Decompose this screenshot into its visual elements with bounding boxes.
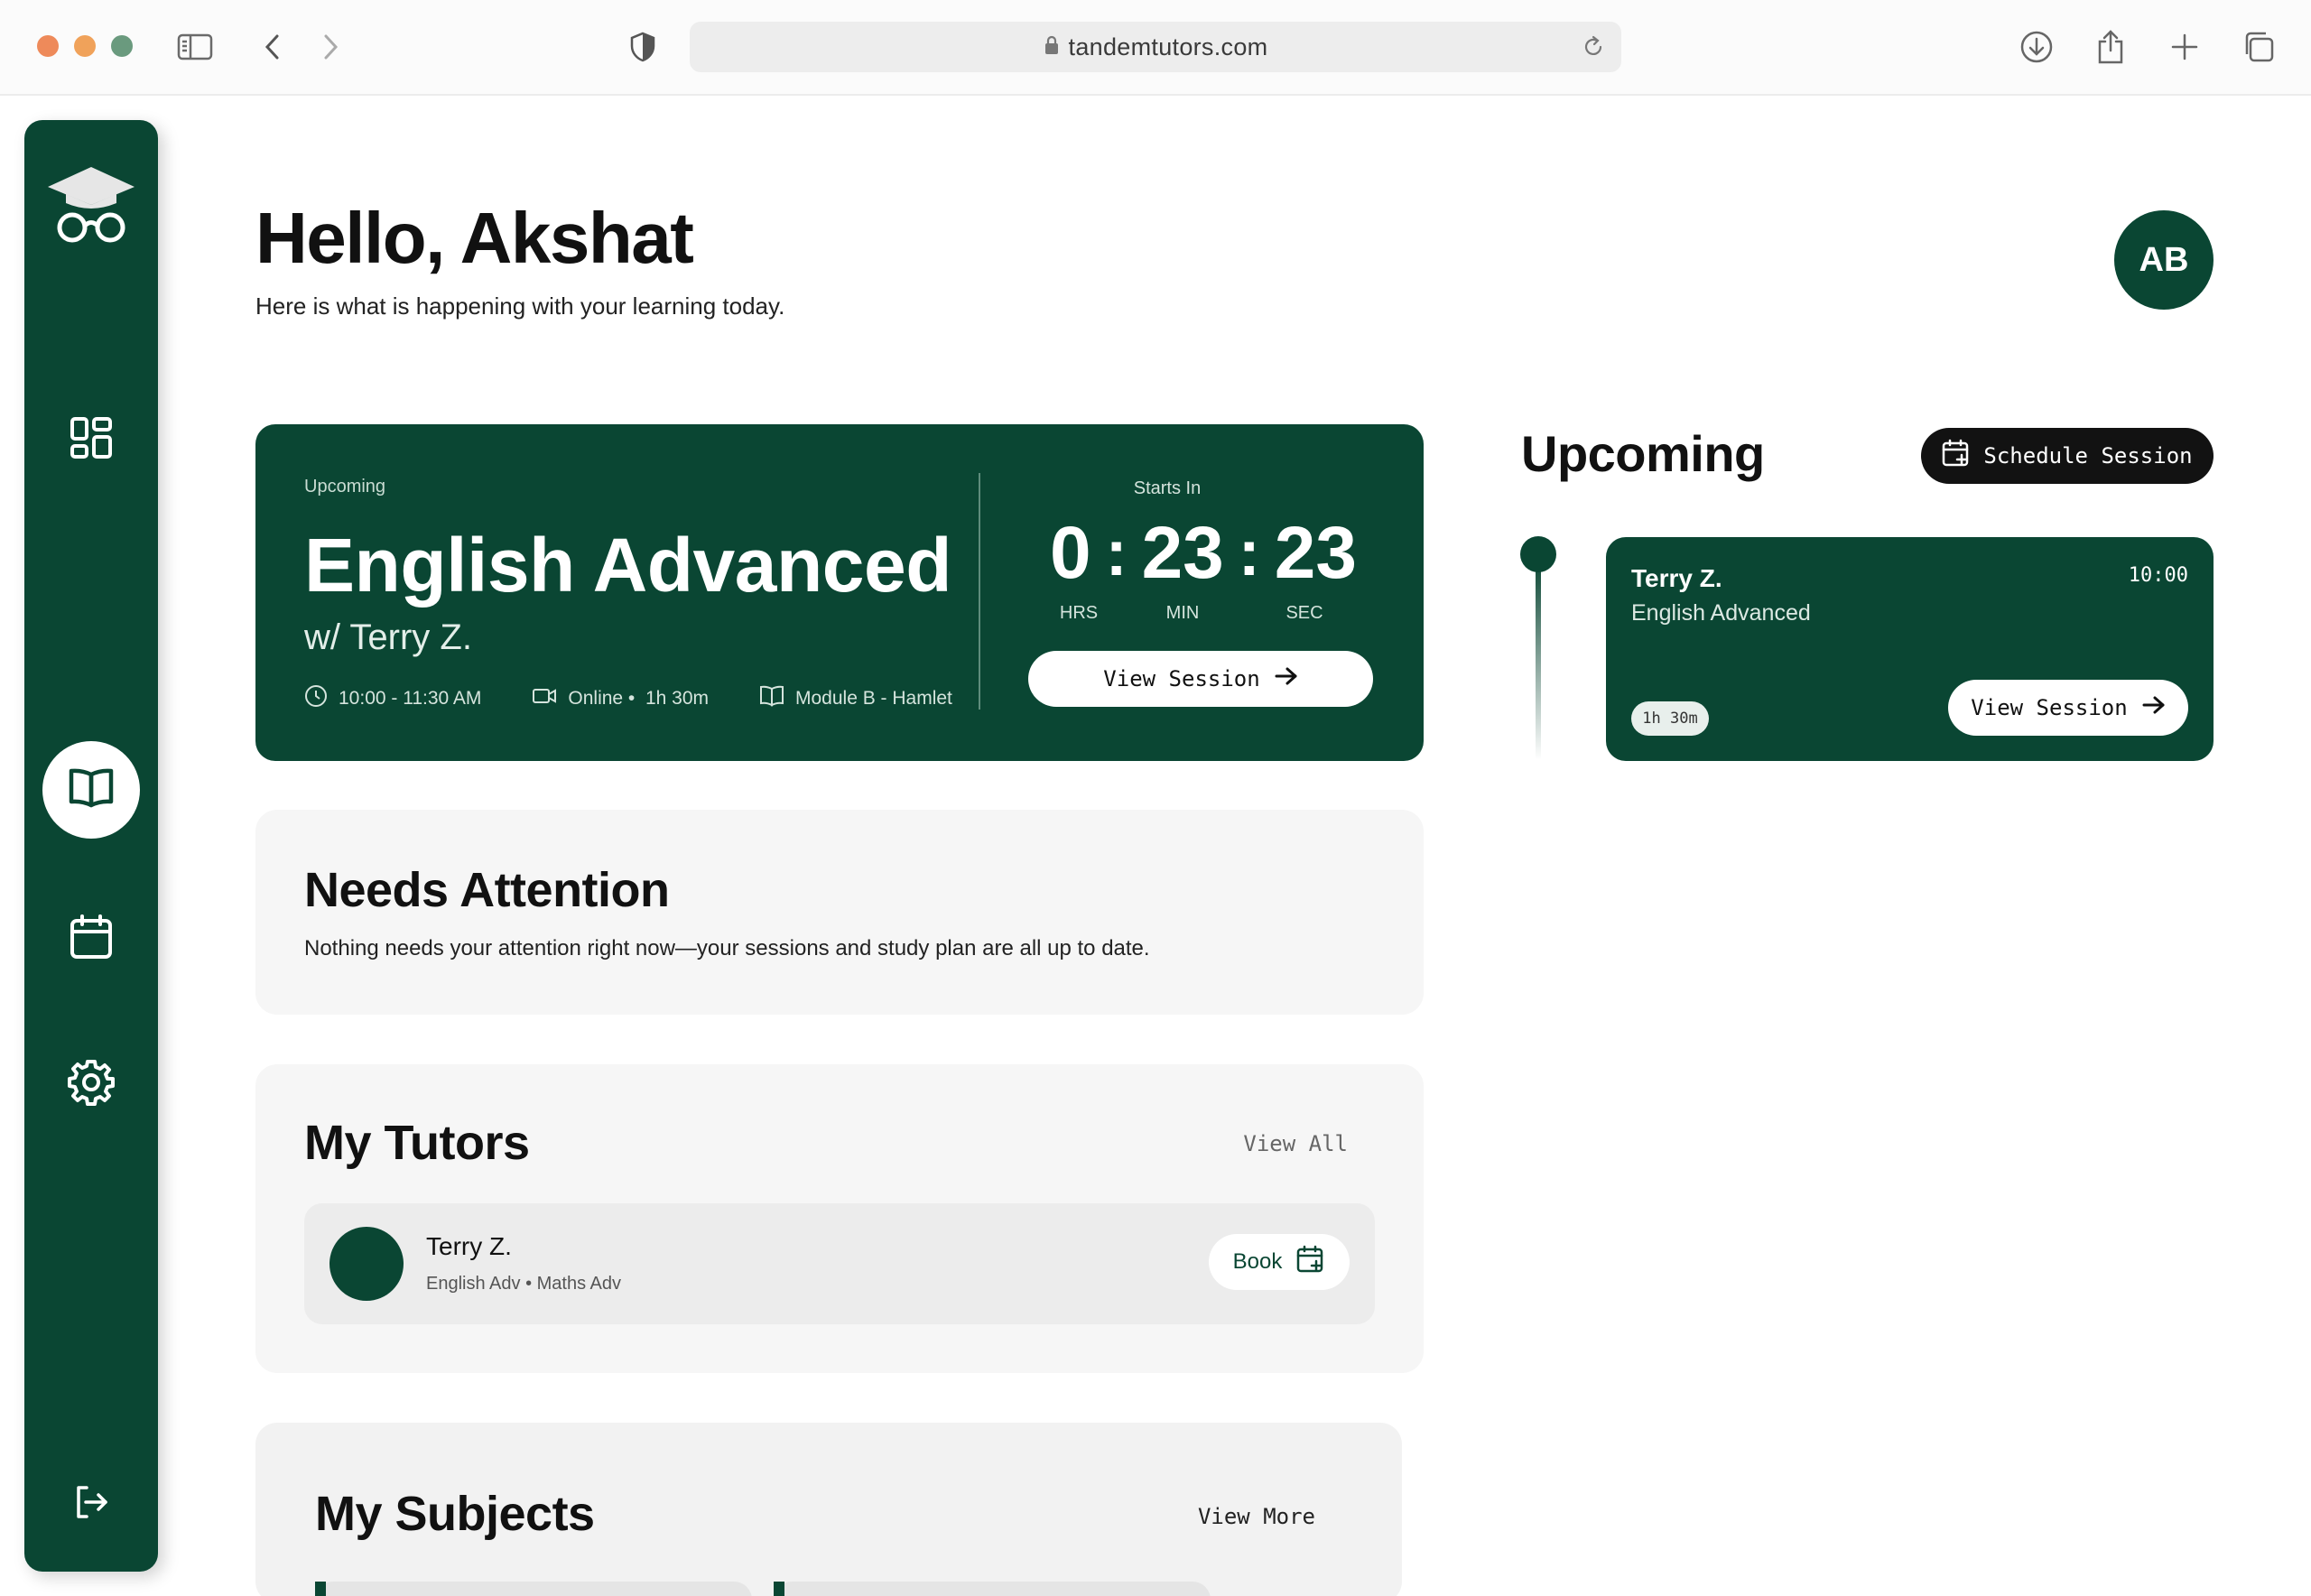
view-session-label: View Session [1971,695,2128,720]
session-duration: 1h 30m [645,688,709,709]
clock-icon [304,684,339,713]
dashboard-icon [69,415,114,465]
gear-icon [68,1059,115,1110]
subject-card[interactable] [315,1582,752,1596]
needs-attention-panel: Needs Attention Nothing needs your atten… [255,810,1424,1015]
minimize-window-button[interactable] [74,35,96,57]
minutes-label: MIN [1165,603,1200,623]
maximize-window-button[interactable] [111,35,133,57]
tutor-row[interactable]: Terry Z. English Adv • Maths Adv Book [304,1203,1375,1324]
starts-in-label: Starts In [1133,478,1202,498]
countdown-seconds: 23 [1274,512,1357,594]
sidebar-item-settings[interactable] [42,1035,140,1133]
session-mode: Online • [568,688,636,709]
forward-icon[interactable] [311,27,350,67]
session-tutor: w/ Terry Z. [304,617,472,657]
countdown-timer: 0 : 23 : 23 [1050,512,1357,594]
sidebar-toggle-icon[interactable] [175,27,215,67]
schedule-session-button[interactable]: Schedule Session [1921,428,2214,484]
card-divider [979,473,980,710]
sidebar-item-learning[interactable] [42,741,140,839]
countdown-hours: 0 [1050,512,1091,594]
timeline-dot [1520,536,1556,572]
my-subjects-title: My Subjects [315,1487,595,1541]
calendar-add-icon [1282,1245,1325,1280]
session-subject: English Advanced [1631,600,1811,626]
address-bar[interactable]: tandemtutors.com [690,22,1621,72]
sidebar-item-logout[interactable] [42,1455,140,1553]
session-start-time: 10:00 [2128,564,2188,587]
view-session-label: View Session [1103,666,1260,691]
avatar[interactable]: AB [2114,210,2214,310]
page-subtitle: Here is what is happening with your lear… [255,292,785,320]
arrow-right-icon [1260,666,1298,691]
seconds-label: SEC [1285,603,1323,623]
view-all-tutors-link[interactable]: View All [1243,1131,1348,1156]
my-tutors-title: My Tutors [304,1116,530,1170]
video-icon [532,686,568,711]
lock-icon [1044,33,1060,61]
download-icon[interactable] [2017,27,2056,67]
calendar-add-icon [1942,439,1983,473]
session-duration-badge: 1h 30m [1631,701,1709,736]
subject-card[interactable] [774,1582,1211,1596]
book-label: Book [1232,1249,1283,1274]
needs-attention-title: Needs Attention [304,863,670,917]
session-tutor-name: Terry Z. [1631,564,1722,592]
next-session-card: Upcoming English Advanced w/ Terry Z. 10… [255,424,1424,761]
session-title: English Advanced [304,523,952,608]
sidebar-item-calendar[interactable] [42,890,140,988]
close-window-button[interactable] [37,35,59,57]
back-icon[interactable] [253,27,292,67]
hours-label: HRS [1059,603,1099,623]
session-meta: 10:00 - 11:30 AM Online • 1h 30m Module … [304,684,1003,713]
browser-toolbar: tandemtutors.com [0,0,2311,96]
my-subjects-panel: My Subjects View More [255,1423,1402,1596]
timeline-line [1536,560,1541,760]
session-time: 10:00 - 11:30 AM [339,688,482,709]
new-tab-icon[interactable] [2165,27,2204,67]
arrow-right-icon [2128,695,2166,720]
reload-icon[interactable] [1582,34,1605,66]
calendar-icon [70,914,113,965]
privacy-shield-icon[interactable] [623,27,663,67]
tutor-avatar [329,1227,404,1301]
upcoming-session-card: Terry Z. English Advanced 10:00 1h 30m V… [1606,537,2214,761]
sidebar-item-dashboard[interactable] [42,391,140,488]
share-icon[interactable] [2091,27,2130,67]
needs-attention-message: Nothing needs your attention right now—y… [304,936,1150,960]
countdown-minutes: 23 [1141,512,1224,594]
upcoming-title: Upcoming [1521,425,1765,482]
schedule-session-label: Schedule Session [1983,443,2193,469]
book-icon [759,685,795,712]
logout-icon [73,1484,109,1525]
session-tag: Upcoming [304,477,386,496]
sidebar [24,120,158,1572]
url-text: tandemtutors.com [1068,32,1268,60]
my-tutors-panel: My Tutors View All Terry Z. English Adv … [255,1064,1424,1373]
page-title: Hello, Akshat [255,198,694,278]
tutor-subjects: English Adv • Maths Adv [426,1274,622,1294]
view-more-subjects-link[interactable]: View More [1198,1504,1315,1529]
book-icon [68,767,115,813]
tabs-overview-icon[interactable] [2239,27,2279,67]
graduation-glasses-logo[interactable] [44,163,138,250]
view-session-button[interactable]: View Session [1028,651,1373,707]
view-session-button[interactable]: View Session [1948,680,2188,736]
tutor-name: Terry Z. [426,1232,512,1260]
book-tutor-button[interactable]: Book [1209,1234,1350,1290]
session-module: Module B - Hamlet [795,688,952,709]
